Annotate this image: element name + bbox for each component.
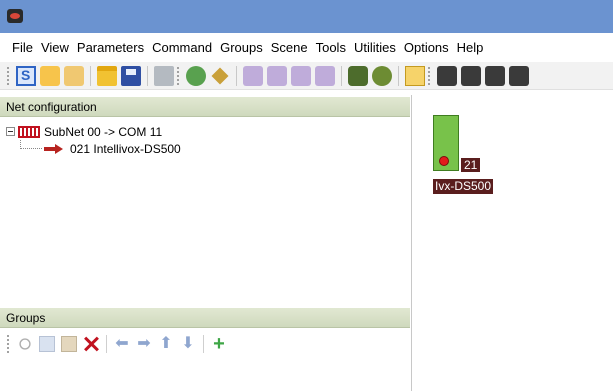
menu-view[interactable]: View <box>37 40 73 55</box>
delete-icon[interactable] <box>83 336 99 352</box>
paste-icon[interactable] <box>61 336 77 352</box>
device-canvas[interactable]: 21 Ivx-DS500 <box>413 95 613 391</box>
tree-item-subnet[interactable]: SubNet 00 -> COM 11 <box>6 123 406 140</box>
scan-icon[interactable] <box>186 65 206 86</box>
node-address-badge: 21 <box>461 158 481 172</box>
print-icon[interactable] <box>154 65 174 86</box>
arrow-right-icon[interactable]: ➡ <box>136 336 152 352</box>
status-led-icon <box>439 156 449 166</box>
menu-parameters[interactable]: Parameters <box>73 40 148 55</box>
last-icon[interactable] <box>315 65 335 86</box>
groups-toolbar: ⬅ ➡ ⬆ ⬇ + <box>0 331 410 357</box>
message-icon[interactable] <box>405 65 425 86</box>
subnet-icon <box>18 125 40 138</box>
toolbar-grip-icon[interactable] <box>427 65 431 86</box>
left-panel: Net configuration SubNet 00 -> COM 11 02… <box>0 95 412 391</box>
groups-header: Groups <box>0 308 410 328</box>
arrow-left-icon[interactable]: ⬅ <box>114 336 130 352</box>
subnet-label: SubNet 00 -> COM 11 <box>44 124 163 139</box>
toolbar-grip-icon[interactable] <box>6 334 10 354</box>
device-node[interactable] <box>433 115 459 171</box>
toolbar-separator <box>398 65 399 86</box>
menu-groups[interactable]: Groups <box>216 40 267 55</box>
save-icon[interactable] <box>121 65 141 86</box>
cut-icon[interactable] <box>19 338 31 350</box>
net-tree: SubNet 00 -> COM 11 021 Intellivox-DS500 <box>6 123 406 157</box>
arrow-down-icon[interactable]: ⬇ <box>180 336 196 352</box>
tree-remove-icon[interactable] <box>64 65 84 86</box>
toolbar-separator <box>236 65 237 86</box>
net-configuration-header: Net configuration <box>0 97 410 117</box>
layout-icon[interactable] <box>461 65 481 86</box>
device-label: 021 Intellivox-DS500 <box>70 141 181 156</box>
chart-icon[interactable] <box>509 65 529 86</box>
toolbar-separator <box>341 65 342 86</box>
tree-connector <box>20 140 42 149</box>
menu-scene[interactable]: Scene <box>267 40 312 55</box>
wand-icon[interactable] <box>211 67 229 84</box>
toolbar-separator <box>90 65 91 86</box>
add-icon[interactable]: + <box>211 334 227 354</box>
binoculars-icon[interactable] <box>348 65 368 86</box>
main-toolbar <box>0 62 613 90</box>
menu-tools[interactable]: Tools <box>312 40 350 55</box>
first-icon[interactable] <box>243 65 263 86</box>
toolbar-grip-icon[interactable] <box>176 65 180 86</box>
app-icon[interactable] <box>7 9 23 23</box>
s-icon[interactable] <box>16 65 36 86</box>
title-bar <box>0 0 613 33</box>
collapse-icon[interactable] <box>6 127 15 136</box>
menu-options[interactable]: Options <box>400 40 453 55</box>
menu-file[interactable]: File <box>8 40 37 55</box>
tree-icon[interactable] <box>40 65 60 86</box>
next-icon[interactable] <box>267 65 287 86</box>
arrow-up-icon[interactable]: ⬆ <box>158 336 174 352</box>
toolbar-separator <box>203 335 204 353</box>
menu-help[interactable]: Help <box>453 40 488 55</box>
help-query-icon[interactable] <box>372 65 392 86</box>
window-icon[interactable] <box>437 65 457 86</box>
menu-bar: File View Parameters Command Groups Scen… <box>0 35 613 59</box>
menu-command[interactable]: Command <box>148 40 216 55</box>
toolbar-grip-icon[interactable] <box>6 65 10 86</box>
graph-icon[interactable] <box>485 65 505 86</box>
rewind-icon[interactable] <box>291 65 311 86</box>
device-arrow-icon <box>44 143 64 154</box>
tree-item-device[interactable]: 021 Intellivox-DS500 <box>6 140 406 157</box>
node-name-label: Ivx-DS500 <box>433 179 494 194</box>
copy-icon[interactable] <box>39 336 55 352</box>
menu-utilities[interactable]: Utilities <box>350 40 400 55</box>
open-folder-icon[interactable] <box>97 65 117 86</box>
toolbar-separator <box>147 65 148 86</box>
toolbar-separator <box>106 335 107 353</box>
